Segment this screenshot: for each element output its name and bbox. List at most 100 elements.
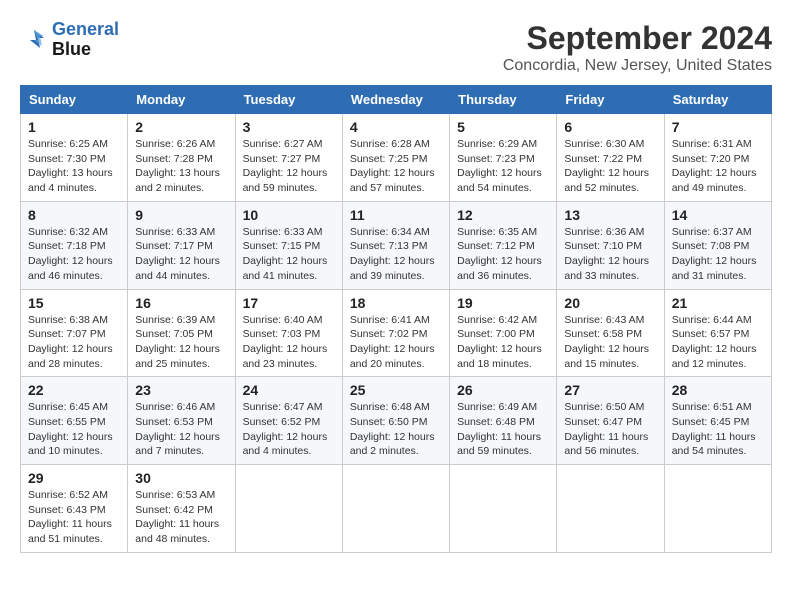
day-number: 14 xyxy=(672,207,764,223)
day-detail: Sunrise: 6:33 AMSunset: 7:17 PMDaylight:… xyxy=(135,225,227,284)
day-number: 15 xyxy=(28,295,120,311)
day-number: 5 xyxy=(457,119,549,135)
day-detail: Sunrise: 6:37 AMSunset: 7:08 PMDaylight:… xyxy=(672,225,764,284)
calendar-cell: 24 Sunrise: 6:47 AMSunset: 6:52 PMDayligh… xyxy=(235,377,342,465)
day-number: 26 xyxy=(457,382,549,398)
day-detail: Sunrise: 6:45 AMSunset: 6:55 PMDaylight:… xyxy=(28,400,120,459)
day-number: 18 xyxy=(350,295,442,311)
calendar-cell: 26 Sunrise: 6:49 AMSunset: 6:48 PMDayligh… xyxy=(450,377,557,465)
day-number: 9 xyxy=(135,207,227,223)
calendar-cell xyxy=(235,465,342,553)
calendar-cell: 15 Sunrise: 6:38 AMSunset: 7:07 PMDayligh… xyxy=(21,289,128,377)
calendar-cell: 9 Sunrise: 6:33 AMSunset: 7:17 PMDaylight… xyxy=(128,201,235,289)
day-detail: Sunrise: 6:38 AMSunset: 7:07 PMDaylight:… xyxy=(28,313,120,372)
day-number: 17 xyxy=(243,295,335,311)
calendar-cell: 17 Sunrise: 6:40 AMSunset: 7:03 PMDayligh… xyxy=(235,289,342,377)
calendar-cell: 13 Sunrise: 6:36 AMSunset: 7:10 PMDayligh… xyxy=(557,201,664,289)
day-number: 19 xyxy=(457,295,549,311)
calendar-cell: 28 Sunrise: 6:51 AMSunset: 6:45 PMDayligh… xyxy=(664,377,771,465)
day-detail: Sunrise: 6:32 AMSunset: 7:18 PMDaylight:… xyxy=(28,225,120,284)
day-detail: Sunrise: 6:49 AMSunset: 6:48 PMDaylight:… xyxy=(457,400,549,459)
col-header-sunday: Sunday xyxy=(21,86,128,114)
day-number: 12 xyxy=(457,207,549,223)
calendar-cell: 14 Sunrise: 6:37 AMSunset: 7:08 PMDayligh… xyxy=(664,201,771,289)
day-number: 16 xyxy=(135,295,227,311)
day-detail: Sunrise: 6:35 AMSunset: 7:12 PMDaylight:… xyxy=(457,225,549,284)
calendar-cell: 21Sunrise: 6:44 AMSunset: 6:57 PMDayligh… xyxy=(664,289,771,377)
day-detail: Sunrise: 6:50 AMSunset: 6:47 PMDaylight:… xyxy=(564,400,656,459)
calendar-cell xyxy=(664,465,771,553)
col-header-saturday: Saturday xyxy=(664,86,771,114)
day-number: 13 xyxy=(564,207,656,223)
calendar-cell: 3 Sunrise: 6:27 AMSunset: 7:27 PMDaylight… xyxy=(235,114,342,202)
day-number: 1 xyxy=(28,119,120,135)
calendar-cell: 10 Sunrise: 6:33 AMSunset: 7:15 PMDayligh… xyxy=(235,201,342,289)
day-number: 21 xyxy=(672,295,764,311)
calendar-cell: 11 Sunrise: 6:34 AMSunset: 7:13 PMDayligh… xyxy=(342,201,449,289)
calendar-cell: 27 Sunrise: 6:50 AMSunset: 6:47 PMDayligh… xyxy=(557,377,664,465)
day-number: 25 xyxy=(350,382,442,398)
day-number: 29 xyxy=(28,470,120,486)
day-detail: Sunrise: 6:52 AMSunset: 6:43 PMDaylight:… xyxy=(28,488,120,547)
calendar-table: SundayMondayTuesdayWednesdayThursdayFrid… xyxy=(20,85,772,553)
day-detail: Sunrise: 6:28 AMSunset: 7:25 PMDaylight:… xyxy=(350,137,442,196)
day-number: 2 xyxy=(135,119,227,135)
day-number: 10 xyxy=(243,207,335,223)
day-number: 8 xyxy=(28,207,120,223)
day-detail: Sunrise: 6:25 AMSunset: 7:30 PMDaylight:… xyxy=(28,137,120,196)
day-detail: Sunrise: 6:30 AMSunset: 7:22 PMDaylight:… xyxy=(564,137,656,196)
day-detail: Sunrise: 6:29 AMSunset: 7:23 PMDaylight:… xyxy=(457,137,549,196)
page-header: GeneralBlue September 2024 Concordia, Ne… xyxy=(20,20,772,75)
day-number: 23 xyxy=(135,382,227,398)
calendar-cell: 19 Sunrise: 6:42 AMSunset: 7:00 PMDayligh… xyxy=(450,289,557,377)
calendar-cell: 6 Sunrise: 6:30 AMSunset: 7:22 PMDaylight… xyxy=(557,114,664,202)
calendar-cell: 8 Sunrise: 6:32 AMSunset: 7:18 PMDaylight… xyxy=(21,201,128,289)
day-detail: Sunrise: 6:41 AMSunset: 7:02 PMDaylight:… xyxy=(350,313,442,372)
day-number: 11 xyxy=(350,207,442,223)
logo: GeneralBlue xyxy=(20,20,119,60)
calendar-cell: 7 Sunrise: 6:31 AMSunset: 7:20 PMDaylight… xyxy=(664,114,771,202)
calendar-cell: 16 Sunrise: 6:39 AMSunset: 7:05 PMDayligh… xyxy=(128,289,235,377)
day-detail: Sunrise: 6:39 AMSunset: 7:05 PMDaylight:… xyxy=(135,313,227,372)
day-detail: Sunrise: 6:33 AMSunset: 7:15 PMDaylight:… xyxy=(243,225,335,284)
calendar-cell: 2 Sunrise: 6:26 AMSunset: 7:28 PMDaylight… xyxy=(128,114,235,202)
calendar-cell: 22Sunrise: 6:45 AMSunset: 6:55 PMDayligh… xyxy=(21,377,128,465)
col-header-monday: Monday xyxy=(128,86,235,114)
day-number: 30 xyxy=(135,470,227,486)
day-number: 28 xyxy=(672,382,764,398)
day-number: 6 xyxy=(564,119,656,135)
day-detail: Sunrise: 6:27 AMSunset: 7:27 PMDaylight:… xyxy=(243,137,335,196)
logo-text: GeneralBlue xyxy=(52,20,119,60)
day-detail: Sunrise: 6:51 AMSunset: 6:45 PMDaylight:… xyxy=(672,400,764,459)
calendar-cell: 20 Sunrise: 6:43 AMSunset: 6:58 PMDayligh… xyxy=(557,289,664,377)
day-detail: Sunrise: 6:31 AMSunset: 7:20 PMDaylight:… xyxy=(672,137,764,196)
calendar-cell xyxy=(342,465,449,553)
calendar-cell: 5 Sunrise: 6:29 AMSunset: 7:23 PMDaylight… xyxy=(450,114,557,202)
calendar-cell: 1 Sunrise: 6:25 AMSunset: 7:30 PMDaylight… xyxy=(21,114,128,202)
calendar-cell: 18 Sunrise: 6:41 AMSunset: 7:02 PMDayligh… xyxy=(342,289,449,377)
day-detail: Sunrise: 6:36 AMSunset: 7:10 PMDaylight:… xyxy=(564,225,656,284)
col-header-thursday: Thursday xyxy=(450,86,557,114)
day-detail: Sunrise: 6:46 AMSunset: 6:53 PMDaylight:… xyxy=(135,400,227,459)
calendar-cell: 4 Sunrise: 6:28 AMSunset: 7:25 PMDaylight… xyxy=(342,114,449,202)
day-number: 20 xyxy=(564,295,656,311)
calendar-cell xyxy=(557,465,664,553)
day-detail: Sunrise: 6:42 AMSunset: 7:00 PMDaylight:… xyxy=(457,313,549,372)
day-detail: Sunrise: 6:34 AMSunset: 7:13 PMDaylight:… xyxy=(350,225,442,284)
calendar-cell: 25Sunrise: 6:48 AMSunset: 6:50 PMDayligh… xyxy=(342,377,449,465)
calendar-cell xyxy=(450,465,557,553)
col-header-friday: Friday xyxy=(557,86,664,114)
day-detail: Sunrise: 6:40 AMSunset: 7:03 PMDaylight:… xyxy=(243,313,335,372)
calendar-cell: 12 Sunrise: 6:35 AMSunset: 7:12 PMDayligh… xyxy=(450,201,557,289)
day-number: 24 xyxy=(243,382,335,398)
day-detail: Sunrise: 6:47 AMSunset: 6:52 PMDaylight:… xyxy=(243,400,335,459)
col-header-tuesday: Tuesday xyxy=(235,86,342,114)
day-number: 4 xyxy=(350,119,442,135)
day-number: 27 xyxy=(564,382,656,398)
day-number: 7 xyxy=(672,119,764,135)
month-title: September 2024 xyxy=(503,20,772,57)
day-number: 3 xyxy=(243,119,335,135)
calendar-cell: 30Sunrise: 6:53 AMSunset: 6:42 PMDayligh… xyxy=(128,465,235,553)
day-detail: Sunrise: 6:43 AMSunset: 6:58 PMDaylight:… xyxy=(564,313,656,372)
day-detail: Sunrise: 6:26 AMSunset: 7:28 PMDaylight:… xyxy=(135,137,227,196)
